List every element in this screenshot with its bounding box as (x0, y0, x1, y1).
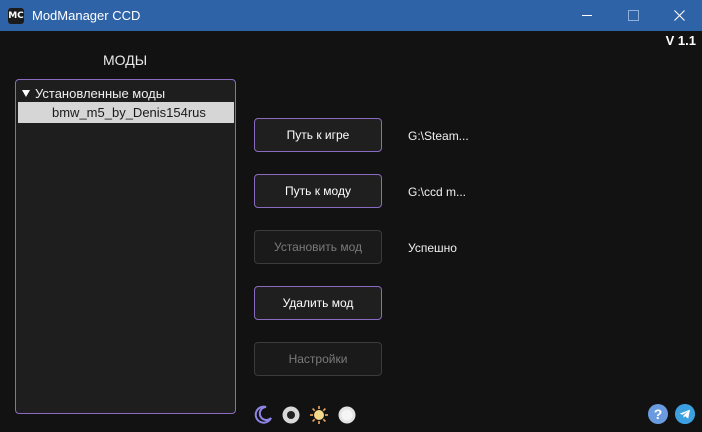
tree-group-label: Установленные моды (35, 85, 166, 101)
settings-button[interactable]: Настройки (254, 342, 382, 376)
expand-arrow-icon[interactable] (22, 89, 30, 97)
mod-path-button[interactable]: Путь к моду (254, 174, 382, 208)
minimize-button[interactable] (564, 0, 610, 31)
game-path-button[interactable]: Путь к игре (254, 118, 382, 152)
mods-title: МОДЫ (103, 52, 148, 68)
app-logo-icon: MC (8, 8, 24, 24)
mods-tree-panel[interactable]: Установленные моды bmw_m5_by_Denis154rus (15, 79, 236, 414)
dark-theme-icon[interactable] (281, 405, 301, 425)
sun-icon[interactable] (309, 405, 329, 425)
minimize-icon (582, 15, 592, 16)
title-bar[interactable]: MC ModManager CCD (0, 0, 702, 31)
light-theme-icon[interactable] (337, 405, 357, 425)
telegram-icon[interactable] (675, 404, 695, 424)
install-mod-button[interactable]: Установить мод (254, 230, 382, 264)
mod-path-value: G:\ccd m... (408, 185, 467, 199)
maximize-button[interactable] (610, 0, 656, 31)
help-icon[interactable]: ? (648, 404, 668, 424)
window-title: ModManager CCD (32, 8, 141, 23)
delete-mod-button[interactable]: Удалить мод (254, 286, 382, 320)
game-path-value: G:\Steam... (408, 129, 469, 143)
close-button[interactable] (656, 0, 702, 31)
moon-icon[interactable] (253, 405, 273, 425)
version-label: V 1.1 (665, 33, 696, 48)
maximize-icon (627, 10, 639, 21)
close-icon (673, 10, 685, 21)
tree-group-installed[interactable]: Установленные моды (22, 85, 165, 101)
install-status: Успешно (408, 241, 457, 255)
tree-item-mod[interactable]: bmw_m5_by_Denis154rus (18, 102, 234, 123)
